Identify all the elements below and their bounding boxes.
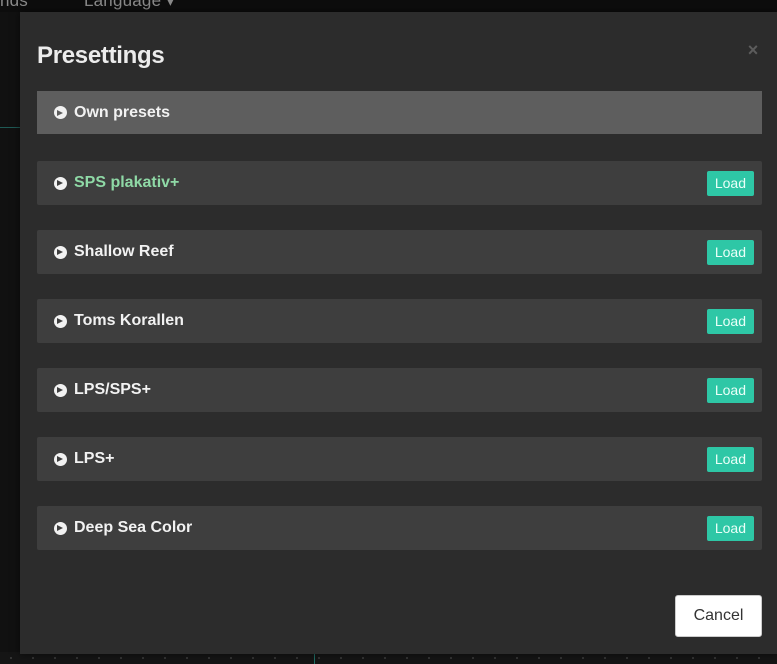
load-button[interactable]: Load [706,171,754,196]
preset-row[interactable]: Deep Sea Color Load [37,506,762,550]
chevron-circle-right-icon [54,176,67,190]
top-navigation: nds Language ▾ [0,0,777,12]
preset-name: Deep Sea Color [74,519,193,536]
preset-name: Shallow Reef [74,243,174,260]
nav-item-partial[interactable]: nds [0,0,28,11]
close-icon[interactable]: × [743,40,763,60]
preset-row[interactable]: LPS/SPS+ Load [37,368,762,412]
preset-list: SPS plakativ+ Load Shallow Reef Load Toms Ko… [37,161,762,575]
chevron-circle-right-icon [54,245,67,259]
load-button[interactable]: Load [706,516,754,541]
preset-name: LPS+ [74,450,115,467]
background-sidebar [0,12,20,664]
preset-name: SPS plakativ+ [74,174,180,191]
chevron-circle-right-icon [54,106,67,119]
own-presets-label: Own presets [74,103,171,121]
preset-name: LPS/SPS+ [74,381,151,398]
load-button[interactable]: Load [706,378,754,403]
load-button[interactable]: Load [706,447,754,472]
background-accent-line [0,127,20,128]
chevron-circle-right-icon [54,521,67,535]
preset-row[interactable]: Toms Korallen Load [37,299,762,343]
load-button[interactable]: Load [706,309,754,334]
preset-row[interactable]: LPS+ Load [37,437,762,481]
presettings-modal: Presettings × Own presets SPS plakativ+ L… [20,12,777,654]
load-button[interactable]: Load [706,240,754,265]
modal-title: Presettings [37,42,165,69]
cancel-button[interactable]: Cancel [675,595,762,637]
preset-row[interactable]: Shallow Reef Load [37,230,762,274]
preset-row[interactable]: SPS plakativ+ Load [37,161,762,205]
own-presets-toggle[interactable]: Own presets [37,91,762,134]
chevron-circle-right-icon [54,452,67,466]
preset-name: Toms Korallen [74,312,184,329]
chevron-circle-right-icon [54,314,67,328]
chevron-circle-right-icon [54,383,67,397]
nav-item-language[interactable]: Language ▾ [84,0,175,11]
